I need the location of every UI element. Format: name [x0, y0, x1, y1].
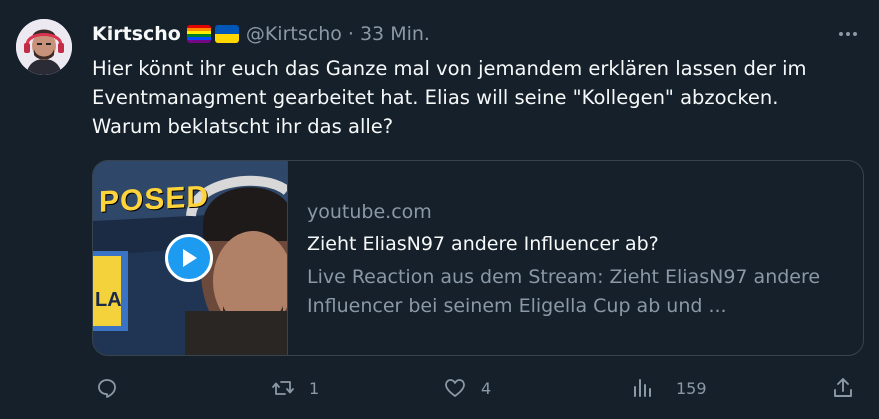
avatar[interactable] — [16, 19, 72, 75]
reply-button[interactable] — [95, 370, 133, 406]
author-name[interactable]: Kirtscho — [92, 23, 181, 45]
views-button[interactable]: 159 — [630, 370, 707, 406]
action-bar: 1 4 159 — [0, 370, 879, 406]
thumbnail-overlay-text: POSED — [99, 180, 210, 219]
retweet-icon — [272, 381, 294, 395]
card-description: Live Reaction aus dem Stream: Zieht Elia… — [307, 266, 821, 317]
author-handle-time[interactable]: @Kirtscho · 33 Min. — [246, 23, 430, 45]
views-count: 159 — [676, 378, 707, 398]
play-icon[interactable] — [165, 234, 213, 282]
link-card[interactable]: POSED LA youtube.com Zieht EliasN97 ande… — [92, 160, 864, 356]
retweet-button[interactable]: 1 — [271, 370, 319, 406]
card-title[interactable]: Zieht EliasN97 andere Influencer ab? — [307, 231, 847, 257]
share-icon — [834, 378, 852, 397]
thumbnail-side-text: LA — [95, 289, 122, 311]
more-icon[interactable] — [835, 24, 861, 44]
tweet-text: Hier könnt ihr euch das Ganze mal von je… — [92, 57, 807, 138]
flag-group — [186, 25, 239, 43]
reply-icon — [98, 379, 116, 398]
like-button[interactable]: 4 — [443, 370, 491, 406]
like-icon — [445, 379, 465, 397]
rainbow-flag-icon — [186, 25, 211, 43]
like-count: 4 — [481, 378, 492, 398]
share-button[interactable] — [831, 370, 855, 406]
retweet-count: 1 — [309, 378, 320, 398]
card-domain: youtube.com — [307, 201, 432, 223]
video-thumbnail[interactable]: POSED LA — [93, 161, 288, 355]
tweet-header: Kirtscho @Kirtscho · 33 Min. — [92, 21, 430, 47]
ukraine-flag-icon — [214, 25, 239, 43]
views-icon — [634, 379, 651, 397]
card-text: youtube.com Zieht EliasN97 andere Influe… — [307, 199, 847, 321]
